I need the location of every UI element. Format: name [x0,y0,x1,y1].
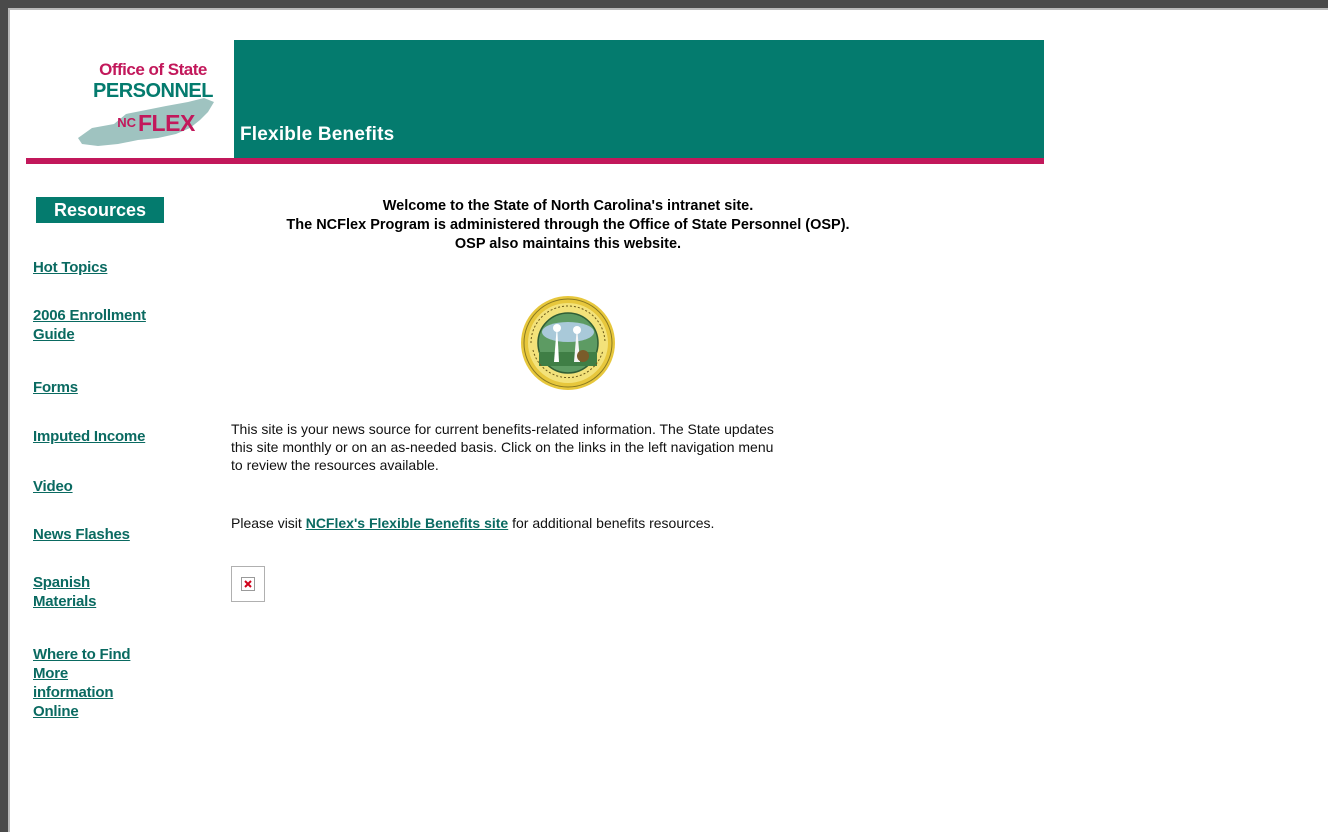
state-seal-icon [519,294,617,392]
sidebar-item-label: Guide [33,326,75,343]
sidebar-item-video[interactable]: Video [33,477,73,496]
page-title: Flexible Benefits [240,124,395,145]
sidebar-item-label: information [33,684,114,701]
welcome-line: Welcome to the State of North Carolina's… [382,198,754,214]
logo-badge-flex: FLEX [138,110,196,136]
sidebar-item-label: Spanish [33,574,90,591]
welcome-line: OSP also maintains this website. [454,236,682,252]
sidebar-item-imputed-income[interactable]: Imputed Income [33,427,145,446]
sidebar-item-label: More [33,665,69,682]
visit-prefix: Please visit [231,515,306,531]
ncflex-benefits-link[interactable]: NCFlex's Flexible Benefits site [306,515,509,531]
sidebar-item-forms[interactable]: Forms [33,378,78,397]
sidebar-item-label: 2006 Enrollment [33,307,146,324]
intro-paragraph: This site is your news source for curren… [231,420,901,474]
logo-line1: Office of State [99,60,207,79]
nc-map-icon: Office of State PERSONNEL NC FLEX [78,60,214,146]
broken-image-icon [231,566,265,602]
welcome-line: The NCFlex Program is administered throu… [286,217,850,233]
visit-paragraph: Please visit NCFlex's Flexible Benefits … [231,515,931,531]
sidebar-heading: Resources [36,197,164,223]
sidebar-item-where-to-find-more[interactable]: Where to Find More information Online [33,645,131,721]
sidebar-item-label: Materials [33,593,97,610]
sidebar-item-label: Online [33,703,79,720]
logo-line2: PERSONNEL [93,80,213,102]
osp-ncflex-logo: Office of State PERSONNEL NC FLEX [26,40,232,158]
sidebar-item-hot-topics[interactable]: Hot Topics [33,258,108,277]
sidebar-item-spanish-materials[interactable]: Spanish Materials [33,573,96,611]
intro-line: This site is your news source for curren… [231,421,774,437]
intro-line: this site monthly or on an as-needed bas… [231,439,774,455]
logo-badge-nc: NC [117,115,136,130]
sidebar-item-label: Where to Find [33,646,131,663]
visit-suffix: for additional benefits resources. [508,515,715,531]
sidebar-item-enrollment-guide[interactable]: 2006 Enrollment Guide [33,306,146,344]
welcome-message: Welcome to the State of North Carolina's… [218,197,918,254]
header-divider [26,158,1044,164]
sidebar-item-news-flashes[interactable]: News Flashes [33,525,130,544]
intro-line: to review the resources available. [231,457,439,473]
